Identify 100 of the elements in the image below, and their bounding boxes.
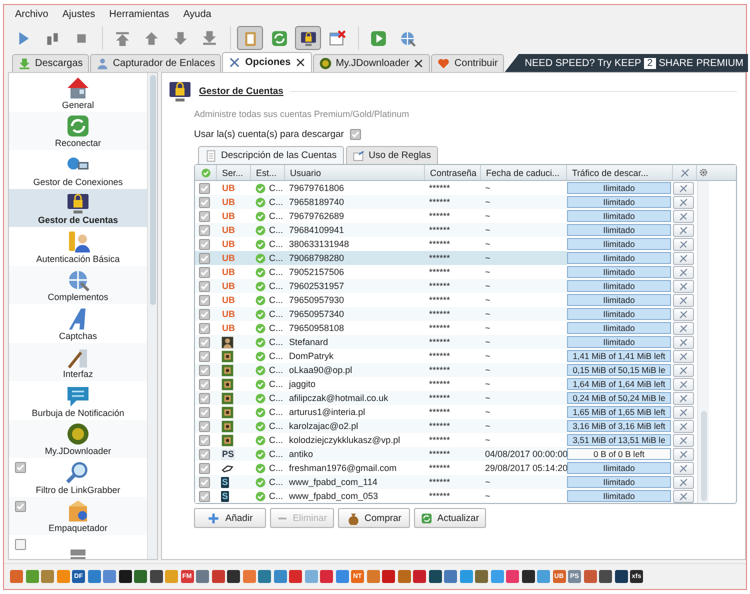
edit-button[interactable] bbox=[673, 448, 694, 461]
checkbox[interactable] bbox=[199, 336, 210, 348]
checkbox[interactable] bbox=[15, 462, 26, 473]
sidebar-item[interactable]: Captchas bbox=[9, 304, 147, 342]
checkbox[interactable] bbox=[199, 490, 210, 502]
menu-item[interactable]: Ajustes bbox=[62, 9, 96, 20]
tray-icon[interactable] bbox=[428, 570, 442, 583]
edit-button[interactable] bbox=[673, 252, 694, 265]
checkbox[interactable] bbox=[199, 294, 210, 306]
checkbox[interactable] bbox=[199, 224, 210, 236]
edit-button[interactable] bbox=[673, 462, 694, 475]
status-text: C... bbox=[269, 393, 284, 403]
traffic-text: 1,65 MiB of 1,65 MiB left bbox=[572, 407, 666, 417]
ad-banner[interactable]: NEED SPEED? Try KEEP 2 SHARE PREMIUM bbox=[504, 54, 748, 72]
edit-button[interactable] bbox=[673, 476, 694, 489]
edit-button[interactable] bbox=[673, 364, 694, 377]
column-header[interactable]: Fecha de caduci... bbox=[481, 165, 567, 180]
edit-button[interactable] bbox=[673, 224, 694, 237]
traffic-text: Ilimitado bbox=[603, 295, 635, 305]
checkbox[interactable] bbox=[199, 406, 210, 418]
toolbar-button[interactable] bbox=[237, 26, 263, 50]
toolbar-button[interactable] bbox=[295, 26, 321, 50]
column-header[interactable]: Est... bbox=[251, 165, 285, 180]
sidebar-item[interactable]: My.JDownloader bbox=[9, 420, 147, 458]
tab[interactable]: My.JDownloader bbox=[312, 54, 430, 72]
checkbox[interactable] bbox=[199, 392, 210, 404]
edit-button[interactable] bbox=[673, 266, 694, 279]
sidebar-item[interactable]: Burbuja de Notificación bbox=[9, 381, 147, 420]
tray-icon[interactable] bbox=[150, 570, 162, 583]
edit-button[interactable] bbox=[673, 420, 694, 433]
menu-item[interactable]: Archivo bbox=[15, 9, 48, 20]
edit-button[interactable] bbox=[673, 322, 694, 335]
column-header[interactable]: Contraseña bbox=[425, 165, 481, 180]
checkbox[interactable] bbox=[199, 210, 210, 222]
sidebar-item[interactable]: Autenticación Básica bbox=[9, 227, 147, 266]
checkbox[interactable] bbox=[15, 539, 26, 550]
checkbox[interactable] bbox=[199, 448, 210, 460]
tab[interactable]: Descargas bbox=[12, 54, 89, 72]
edit-button[interactable] bbox=[673, 238, 694, 251]
edit-button[interactable] bbox=[673, 196, 694, 209]
checkbox[interactable] bbox=[199, 266, 210, 278]
menu-item[interactable]: Ayuda bbox=[183, 9, 212, 20]
tab[interactable]: Opciones bbox=[222, 52, 312, 72]
checkbox-label: Usar la(s) cuenta(s) para descargar bbox=[194, 129, 344, 140]
checkbox[interactable] bbox=[199, 238, 210, 250]
sidebar-item[interactable]: Gestor de Cuentas bbox=[9, 188, 147, 227]
checkbox[interactable] bbox=[199, 280, 210, 292]
action-button[interactable]: Comprar bbox=[338, 508, 410, 528]
action-button[interactable]: Añadir bbox=[194, 508, 266, 528]
checkbox[interactable] bbox=[199, 462, 210, 474]
sidebar-item[interactable]: Interfaz bbox=[9, 342, 147, 381]
checkbox[interactable] bbox=[199, 420, 210, 432]
edit-button[interactable] bbox=[673, 280, 694, 293]
edit-button[interactable] bbox=[673, 350, 694, 363]
scrollbar[interactable] bbox=[697, 181, 709, 503]
edit-button[interactable] bbox=[673, 378, 694, 391]
checkbox[interactable] bbox=[15, 500, 26, 512]
menu-item[interactable]: Herramientas bbox=[109, 9, 170, 20]
sidebar-label: Autenticación Básica bbox=[36, 254, 120, 264]
refresh-icon bbox=[270, 30, 288, 46]
tab[interactable]: Descripción de las Cuentas bbox=[198, 146, 344, 164]
column-header[interactable]: Ser... bbox=[217, 165, 251, 180]
tray-icon[interactable] bbox=[118, 570, 132, 583]
checkbox[interactable] bbox=[199, 182, 210, 194]
edit-button[interactable] bbox=[673, 294, 694, 307]
sidebar-item[interactable]: Reconectar bbox=[9, 112, 147, 150]
sidebar-item[interactable]: Filtro de LinkGrabber bbox=[9, 458, 147, 496]
column-header[interactable]: Tráfico de descar... bbox=[567, 165, 673, 180]
checkbox[interactable] bbox=[350, 129, 361, 140]
tile-icon bbox=[221, 434, 234, 446]
edit-button[interactable] bbox=[673, 392, 694, 405]
checkbox[interactable] bbox=[199, 476, 210, 488]
host-logo: S bbox=[221, 490, 230, 502]
scrollbar[interactable] bbox=[147, 73, 157, 559]
edit-button[interactable] bbox=[673, 210, 694, 223]
column-header[interactable]: Usuario bbox=[285, 165, 425, 180]
tray-icon[interactable] bbox=[614, 570, 628, 583]
sidebar-item[interactable]: Complementos bbox=[9, 266, 147, 304]
tab[interactable]: Contribuir bbox=[431, 54, 504, 72]
edit-button[interactable] bbox=[673, 490, 694, 503]
edit-button[interactable] bbox=[673, 336, 694, 349]
checkbox[interactable] bbox=[199, 322, 210, 334]
sidebar-item[interactable]: General bbox=[9, 73, 147, 112]
checkbox[interactable] bbox=[199, 434, 210, 446]
tab[interactable]: Capturador de Enlaces bbox=[90, 54, 222, 72]
checkbox[interactable] bbox=[199, 196, 210, 208]
checkbox[interactable] bbox=[199, 364, 210, 376]
sidebar-item[interactable]: Gestor de Conexiones bbox=[9, 150, 147, 188]
checkbox[interactable] bbox=[199, 350, 210, 362]
tray-icon[interactable] bbox=[522, 570, 534, 583]
checkbox[interactable] bbox=[199, 378, 210, 390]
action-button[interactable]: Actualizar bbox=[414, 508, 486, 528]
edit-button[interactable] bbox=[673, 434, 694, 447]
edit-button[interactable] bbox=[673, 406, 694, 419]
checkbox[interactable] bbox=[199, 252, 210, 264]
tab[interactable]: Uso de Reglas bbox=[346, 146, 438, 164]
edit-button[interactable] bbox=[673, 308, 694, 321]
sidebar-item[interactable]: Empaquetador bbox=[9, 496, 147, 535]
edit-button[interactable] bbox=[673, 182, 694, 195]
checkbox[interactable] bbox=[199, 308, 210, 320]
